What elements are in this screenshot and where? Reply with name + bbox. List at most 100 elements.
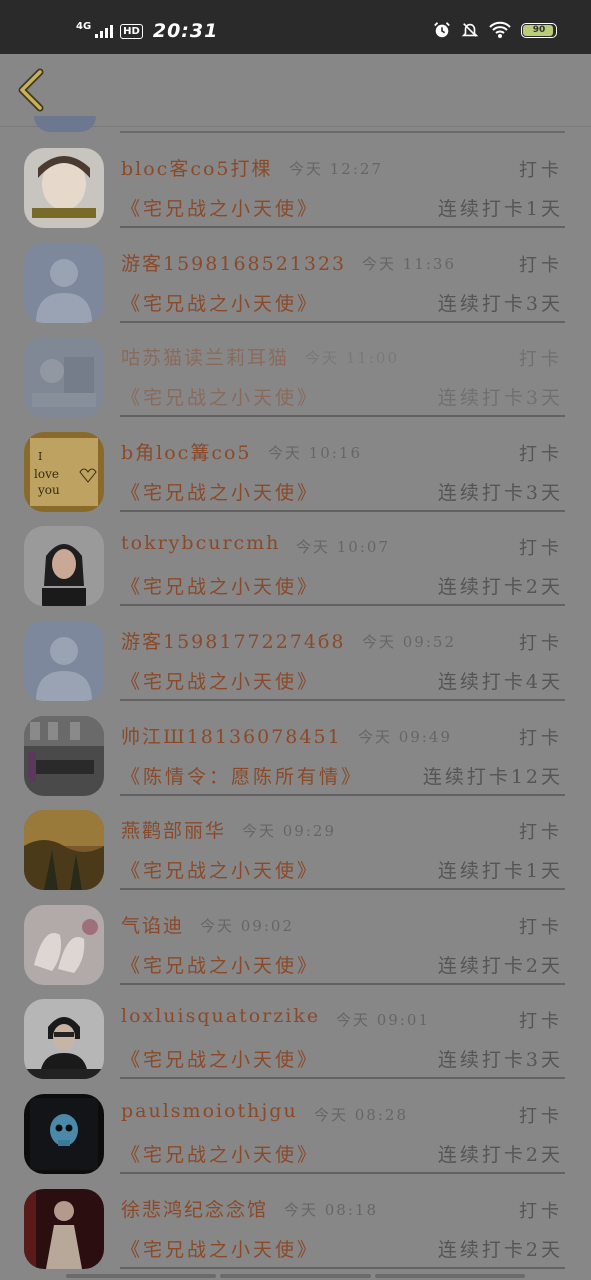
user-name[interactable]: 气谄迪 — [121, 911, 184, 938]
checkin-time: 今天 10:16 — [268, 443, 362, 462]
streak-label: 连续打卡3天 — [437, 1049, 563, 1072]
checkin-time: 今天 09:49 — [358, 727, 452, 746]
checkin-time: 今天 09:29 — [242, 822, 336, 841]
checkin-action-label: 打卡 — [519, 349, 563, 371]
streak-label: 连续打卡1天 — [437, 860, 563, 883]
streak-label: 连续打卡2天 — [437, 954, 563, 977]
checkin-action-label: 打卡 — [519, 1106, 563, 1127]
avatar[interactable] — [24, 526, 104, 607]
alarm-icon — [434, 22, 450, 38]
list-item[interactable]: Ilove you b角loc篝co5 今天 10:16 打卡《宅兄战之小天使》 连续打卡… — [0, 410, 591, 512]
svg-text:I: I — [38, 450, 42, 463]
checkin-action-label: 打卡 — [519, 254, 563, 276]
avatar[interactable] — [24, 621, 104, 701]
book-title[interactable]: 《宅兄战之小天使》 — [121, 1045, 319, 1072]
streak-label: 连续打卡12天 — [422, 765, 563, 788]
streak-label: 连续打卡3天 — [437, 292, 563, 315]
book-title[interactable]: 《宅兄战之小天使》 — [121, 289, 319, 316]
list-item[interactable]: paulsmoiothjgu 今天 08:28 打卡《宅兄战之小天使》 连续打卡2天 — [0, 1072, 591, 1174]
streak-label: 连续打卡2天 — [437, 576, 563, 599]
checkin-action-label: 打卡 — [519, 160, 563, 181]
avatar[interactable] — [24, 999, 104, 1080]
list-item[interactable]: 燕鹳部丽华 今天 09:29 打卡《宅兄战之小天使》 连续打卡1天 — [0, 788, 591, 891]
checkin-time: 今天 09:02 — [200, 916, 294, 935]
book-title[interactable]: 《宅兄战之小天使》 — [121, 572, 319, 599]
user-name[interactable]: paulsmoiothjgu — [121, 1100, 298, 1122]
battery-level: 90 — [532, 24, 546, 35]
user-name[interactable]: 徐悲鸿纪念念馆 — [121, 1195, 268, 1222]
list-item[interactable]: 帅江Ш18136078451 今天 09:49 打卡《陈情令：愿陈所有情》 连续打卡1… — [0, 694, 591, 796]
checkin-action-label: 打卡 — [519, 822, 563, 844]
status-right: 90 — [433, 21, 557, 39]
avatar[interactable] — [24, 810, 104, 891]
book-title[interactable]: 《宅兄战之小天使》 — [121, 383, 319, 410]
list-item[interactable]: 徐悲鸿纪念念馆 今天 08:18 打卡 《宅兄战之小天使》 连续打卡2天 — [0, 1167, 591, 1269]
chevron-left-icon[interactable] — [14, 68, 48, 112]
user-name[interactable]: 咕苏猫读兰莉耳猫 — [121, 343, 289, 370]
network-type: 4G — [76, 21, 92, 32]
avatar[interactable] — [24, 715, 104, 796]
bottom-indicator — [66, 1274, 525, 1278]
user-name[interactable]: 燕鹳部丽华 — [121, 816, 226, 843]
book-title[interactable]: 《宅兄战之小天使》 — [121, 1235, 319, 1262]
avatar[interactable] — [24, 337, 104, 418]
svg-text:you: you — [37, 483, 60, 497]
signal-icon — [95, 24, 114, 38]
book-title[interactable]: 《陈情令：愿陈所有情》 — [121, 762, 363, 789]
avatar[interactable]: Ilove you — [24, 431, 104, 512]
book-title[interactable]: 《宅兄战之小天使》 — [121, 667, 319, 694]
book-title[interactable]: 《宅兄战之小天使》 — [121, 856, 319, 883]
avatar[interactable] — [24, 1188, 104, 1269]
status-left: 4G HD 20:31 — [76, 18, 218, 44]
avatar[interactable] — [24, 904, 104, 985]
avatar[interactable] — [24, 148, 104, 228]
hd-badge: HD — [120, 23, 143, 39]
user-name[interactable]: 游客15981772274б8 — [121, 627, 346, 654]
user-name[interactable]: b角loc篝co5 — [121, 438, 252, 465]
list-item[interactable]: loxluisquatorzike 今天 09:01 打卡《宅兄战之小天使》 连续打卡… — [0, 977, 591, 1080]
checkin-action-label: 打卡 — [519, 916, 563, 938]
list-item[interactable]: bloc客co5打棵 今天 12:27 打卡 《宅兄战之小天使》 连续打卡1天 — [0, 126, 591, 228]
book-title[interactable]: 《宅兄战之小天使》 — [121, 1140, 319, 1167]
wifi-icon — [489, 21, 511, 38]
user-name[interactable]: bloc客co5打棵 — [121, 154, 273, 181]
clock: 20:31 — [152, 20, 219, 42]
list-item[interactable]: 咕苏猫读兰莉耳猫 今天 11:00 打卡《宅兄战之小天使》 连续打卡3天 — [0, 315, 591, 418]
avatar[interactable] — [24, 242, 104, 323]
list-item[interactable]: 游客15981772274б8 今天 09:52 打卡《宅兄战之小天使》 连续打卡4天 — [0, 599, 591, 701]
checkin-time: 今天 11:00 — [305, 349, 399, 368]
checkin-action-label: 打卡 — [519, 1011, 563, 1033]
checkin-time: 今天 09:52 — [362, 633, 456, 651]
user-name[interactable]: tokrybcurcmh — [121, 532, 280, 554]
streak-label: 连续打卡3天 — [437, 481, 563, 504]
streak-label: 连续打卡2天 — [437, 1238, 563, 1261]
battery-icon: 90 — [521, 22, 557, 38]
book-title[interactable]: 《宅兄战之小天使》 — [121, 951, 319, 978]
checkin-action-label: 打卡 — [519, 443, 563, 465]
checkin-time: 今天 10:07 — [296, 538, 390, 557]
book-title[interactable]: 《宅兄战之小天使》 — [121, 194, 319, 221]
checkin-action-label: 打卡 — [519, 633, 563, 654]
checkin-action-label: 打卡 — [519, 538, 563, 560]
list-item[interactable]: tokrybcurcmh 今天 10:07 打卡《宅兄战之小天使》 连续打卡2天 — [0, 504, 591, 607]
svg-text:love: love — [34, 467, 59, 481]
streak-label: 连续打卡4天 — [437, 671, 563, 693]
checkin-time: 今天 08:28 — [314, 1106, 408, 1124]
bell-off-icon — [461, 23, 479, 37]
list-item[interactable]: 气谄迪 今天 09:02 打卡《宅兄战之小天使》 连续打卡2天 — [0, 883, 591, 985]
user-name[interactable]: 帅江Ш18136078451 — [121, 722, 342, 749]
status-bar: 4G HD 20:31 90 — [0, 0, 591, 54]
list-item[interactable]: 游客1598168521323 今天 11:36 打卡《宅兄战之小天使》 连续打卡3天 — [0, 221, 591, 323]
user-name[interactable]: 游客1598168521323 — [121, 249, 346, 276]
divider — [120, 1266, 565, 1269]
book-title[interactable]: 《宅兄战之小天使》 — [121, 478, 319, 505]
user-name[interactable]: loxluisquatorzike — [121, 1005, 320, 1027]
avatar[interactable] — [24, 1094, 104, 1174]
checkin-time: 今天 09:01 — [336, 1011, 430, 1030]
checkin-action-label: 打卡 — [519, 727, 563, 749]
streak-label: 连续打卡2天 — [437, 1144, 563, 1166]
checkin-time: 今天 08:18 — [284, 1200, 378, 1219]
streak-label: 连续打卡1天 — [437, 198, 563, 220]
streak-label: 连续打卡3天 — [437, 387, 563, 410]
checkin-time: 今天 11:36 — [362, 254, 456, 273]
